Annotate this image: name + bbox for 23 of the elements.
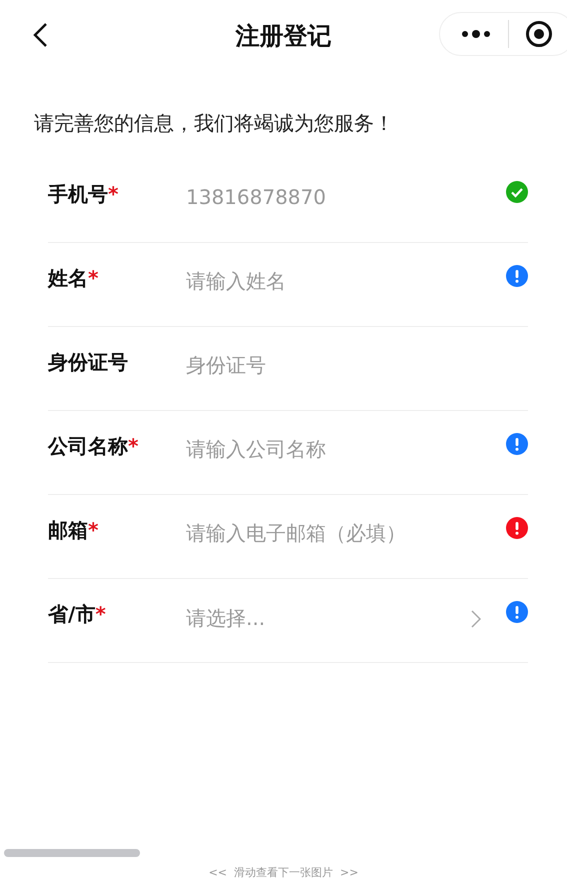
field-label: 身份证号 [48, 350, 128, 374]
input-field[interactable]: 13816878870 [186, 181, 491, 209]
input-field[interactable]: 请输入公司名称 [186, 433, 491, 461]
field-label: 省/市 [48, 602, 96, 626]
more-icon[interactable] [460, 28, 492, 40]
field-label: 手机号 [48, 182, 108, 206]
back-icon[interactable] [32, 22, 48, 48]
page-title: 注册登记 [236, 21, 332, 52]
field-label: 邮箱 [48, 518, 88, 542]
chevron-right-icon [471, 610, 481, 628]
required-mark: * [128, 434, 138, 458]
required-mark: * [88, 518, 98, 542]
field-label: 姓名 [48, 266, 88, 290]
input-field[interactable]: 请输入电子邮箱（必填） [186, 517, 491, 545]
field-label: 公司名称 [48, 434, 128, 458]
input-field[interactable]: 身份证号 [186, 349, 491, 377]
swipe-hint: << 滑动查看下一张图片 >> [208, 865, 360, 880]
select-field[interactable]: 请选择... [186, 601, 491, 632]
intro-text: 请完善您的信息，我们将竭诚为您服务！ [34, 110, 395, 137]
input-field[interactable]: 请输入姓名 [186, 265, 491, 293]
required-mark: * [95, 602, 106, 626]
required-mark: * [108, 182, 118, 206]
required-mark: * [88, 266, 98, 290]
